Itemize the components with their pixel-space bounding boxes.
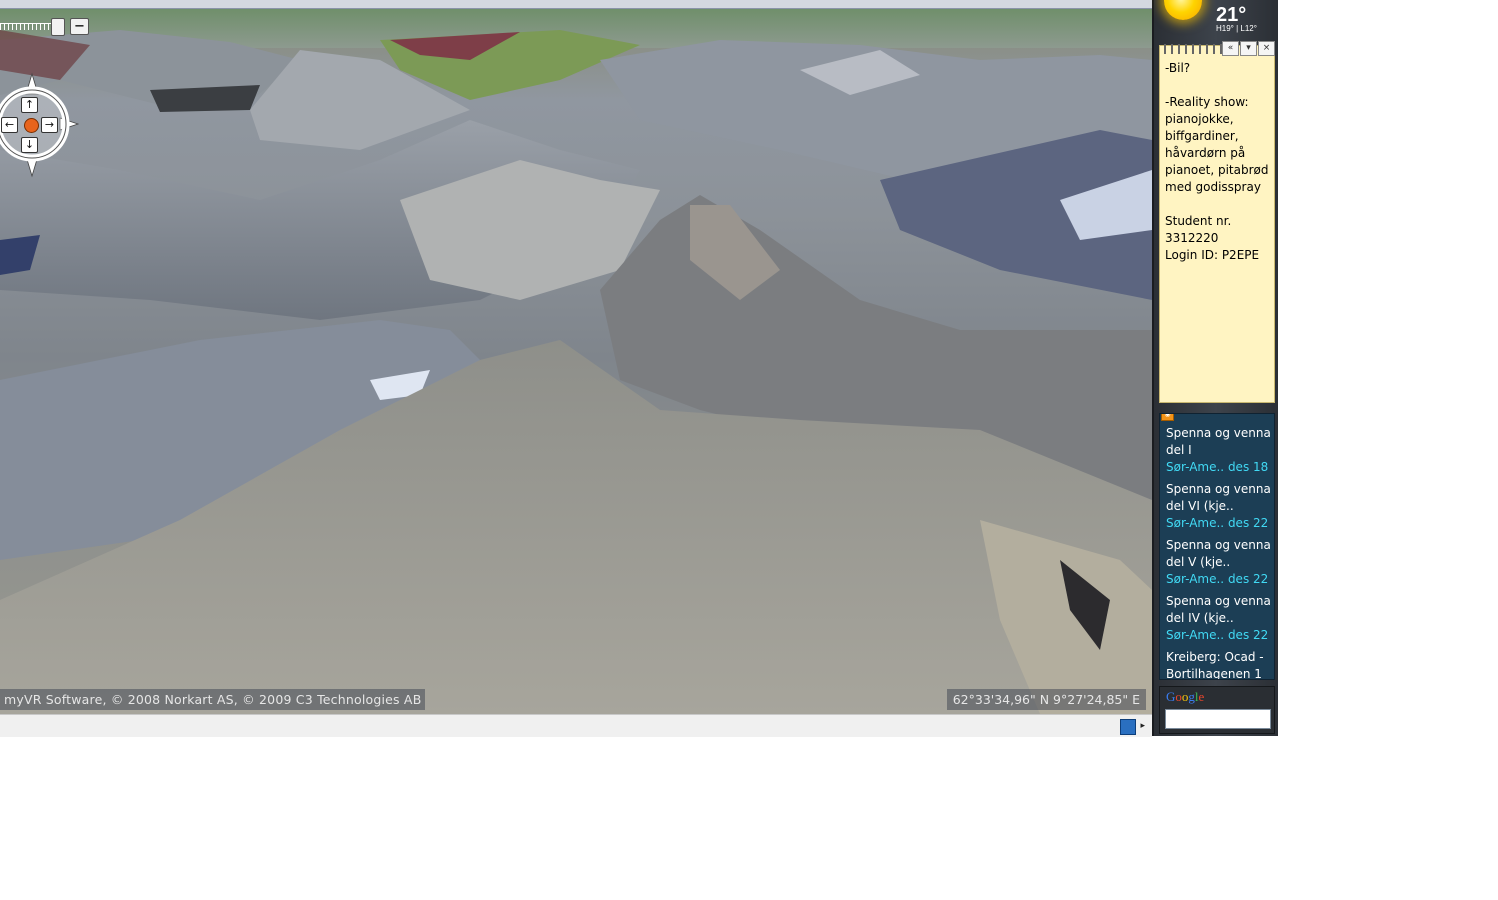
window-top-edge [0,0,1152,9]
windows-sidebar: 21° H19° | L12° « ▾ × -Bil? -Reality sho… [1152,0,1278,736]
feed-item-date: des 18 [1227,460,1269,474]
feed-item[interactable]: Spenna og venna del V (kje.. Sør-Ame.. d… [1166,537,1274,588]
gadget-options-icon[interactable]: ▾ [1240,41,1257,56]
google-logo-text: Google [1166,689,1205,704]
feed-item-source: Sør-Ame.. [1166,572,1225,586]
feed-item-source: Sør-Ame.. [1166,460,1225,474]
feed-item-date: des 22 [1227,572,1269,586]
weather-temperature: 21° [1216,4,1247,26]
feed-item-source: Sør-Ame.. [1166,628,1225,642]
pan-left-button[interactable]: ← [1,117,18,133]
feed-item[interactable]: Spenna og venna del IV (kje.. Sør-Ame.. … [1166,593,1274,644]
notes-gadget[interactable]: « ▾ × -Bil? -Reality show: pianojokke, b… [1159,41,1275,403]
feed-item-title[interactable]: Spenna og venna del VI (kje.. [1166,481,1274,515]
feed-item-date: des 22 [1227,628,1269,642]
feed-item-meta: Sør-Ame.. des 22 [1166,515,1274,532]
addon-icon[interactable] [1120,719,1136,735]
pan-right-button[interactable]: → [41,117,58,133]
feed-item-meta: Sør-Ame.. des 18 [1166,459,1274,476]
google-search-input[interactable] [1165,709,1271,729]
terrain-image [0,8,1152,714]
navigation-compass[interactable]: ↑ ↓ ← → [0,72,80,178]
feed-item-title[interactable]: Spenna og venna del I [1166,425,1274,459]
close-gadget-icon[interactable]: × [1258,41,1275,56]
zoom-slider[interactable]: − [0,17,90,36]
center-reset-icon[interactable] [24,118,39,133]
feed-headlines-gadget[interactable]: ◉ Spenna og venna del I Sør-Ame.. des 18… [1159,413,1275,680]
map-viewport[interactable]: − ↑ ↓ ← → myVR Software, © 2008 Norkart … [0,0,1152,714]
sun-icon [1164,0,1202,20]
feed-item-title[interactable]: Spenna og venna del V (kje.. [1166,537,1274,571]
feed-item-title[interactable]: Kreiberg: Ocad - Bortilhagenen 1 [1166,649,1274,679]
note-text[interactable]: -Bil? -Reality show: pianojokke, biffgar… [1165,60,1273,264]
feed-item-meta: Sør-Ame.. des 22 [1166,627,1274,644]
previous-note-icon[interactable]: « [1222,41,1239,56]
addon-dropdown-icon[interactable]: ▸ [1140,720,1145,732]
browser-status-bar: ▸ [0,714,1152,737]
zoom-thumb[interactable] [51,18,65,36]
feed-item[interactable]: Spenna og venna del I Sør-Ame.. des 18 [1166,425,1274,476]
coordinates-readout: 62°33'34,96" N 9°27'24,85" E [946,689,1146,710]
feed-item-meta: Sør-Ame.. des 22 [1166,571,1274,588]
zoom-out-button[interactable]: − [70,18,89,35]
pan-up-button[interactable]: ↑ [21,97,38,113]
pan-down-button[interactable]: ↓ [21,137,38,153]
google-search-gadget[interactable]: Google [1159,686,1275,734]
feed-item-source: Sør-Ame.. [1166,516,1225,530]
feed-item-title[interactable]: Spenna og venna del IV (kje.. [1166,593,1274,627]
weather-gadget[interactable]: 21° H19° | L12° [1154,0,1278,42]
map-copyright: myVR Software, © 2008 Norkart AS, © 2009… [0,689,426,710]
notepad-rings [1164,44,1224,54]
feed-item[interactable]: Spenna og venna del VI (kje.. Sør-Ame.. … [1166,481,1274,532]
feed-item-date: des 22 [1227,516,1269,530]
feed-item[interactable]: Kreiberg: Ocad - Bortilhagenen 1 [1166,649,1274,679]
rss-icon: ◉ [1161,414,1174,421]
google-logo: Google [1166,689,1204,705]
weather-hilo: H19° | L12° [1216,24,1257,33]
